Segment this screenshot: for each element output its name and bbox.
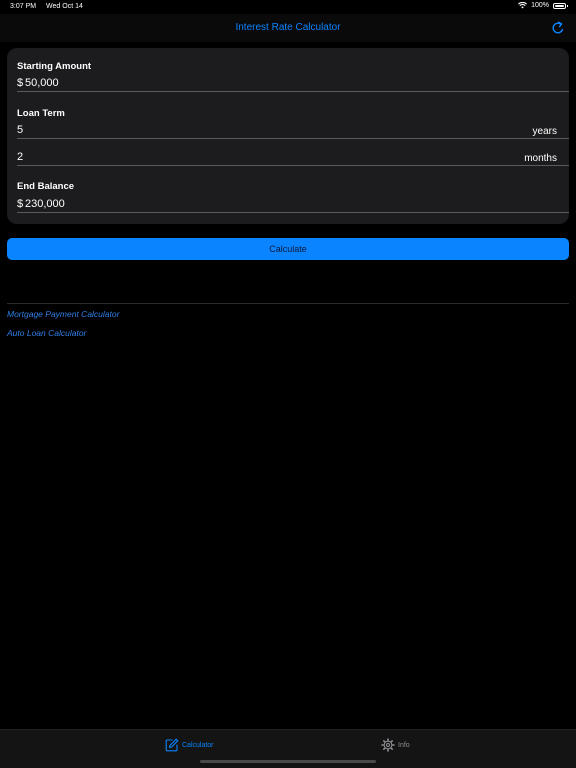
loan-term-years-field[interactable]: 5 years [17,123,569,139]
navigation-bar: Interest Rate Calculator [0,14,576,42]
status-left: 3:07 PM Wed Oct 14 [10,3,83,10]
calculate-button[interactable]: Calculate [7,238,569,260]
loan-term-months-suffix: months [524,153,557,164]
loan-term-label: Loan Term [17,108,65,119]
page-title: Interest Rate Calculator [235,22,341,33]
refresh-icon [550,20,566,36]
end-balance-value: 230,000 [25,198,65,210]
auto-loan-calculator-link[interactable]: Auto Loan Calculator [7,328,86,338]
tab-calculator-label: Calculator [182,741,214,749]
end-balance-field[interactable]: $ 230,000 [17,197,569,213]
starting-amount-field[interactable]: $ 50,000 [17,76,569,92]
status-bar: 3:07 PM Wed Oct 14 100% [0,0,576,14]
loan-term-years-suffix: years [532,126,557,137]
tab-info-label: Info [398,741,410,749]
status-right: 100% [518,2,568,9]
loan-term-months-value: 2 [17,151,24,163]
status-time: 3:07 PM [10,3,37,10]
mortgage-payment-calculator-link[interactable]: Mortgage Payment Calculator [7,309,119,319]
pencil-square-icon [165,738,179,752]
divider [7,303,569,304]
status-date: Wed Oct 14 [46,3,83,10]
battery-percent: 100% [531,2,549,9]
battery-fill [555,4,564,7]
loan-term-months-field[interactable]: 2 months [17,150,569,166]
starting-amount-currency: $ [17,77,24,89]
wifi-icon [518,2,528,9]
calculator-form-card: Starting Amount $ 50,000 Loan Term 5 yea… [7,48,569,224]
starting-amount-value: 50,000 [25,77,59,89]
refresh-button[interactable] [550,20,566,36]
loan-term-years-value: 5 [17,124,24,136]
end-balance-currency: $ [17,198,24,210]
starting-amount-label: Starting Amount [17,61,92,72]
battery-icon [553,2,568,9]
tab-calculator[interactable]: Calculator [165,738,214,752]
gear-icon [381,738,395,752]
tab-info[interactable]: Info [381,738,410,752]
tab-bar: Calculator Info [0,729,576,768]
home-indicator [200,760,376,763]
end-balance-label: End Balance [17,181,75,192]
